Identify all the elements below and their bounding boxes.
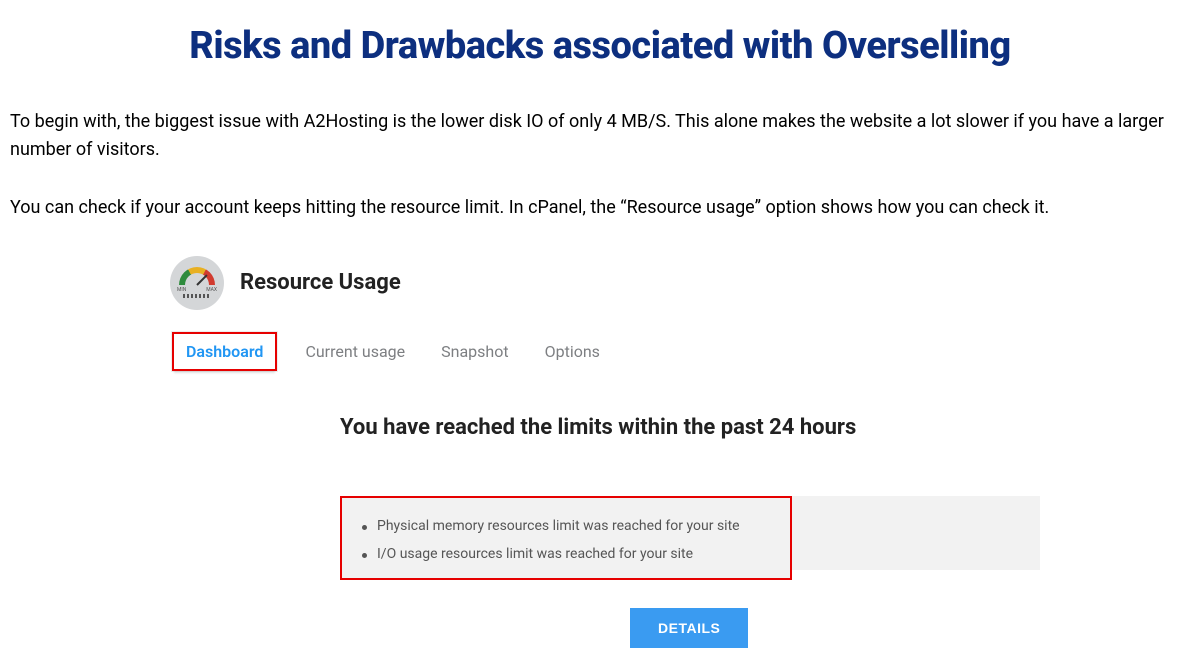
section-heading: Risks and Drawbacks associated with Over…	[10, 24, 1190, 68]
alert-block: You have reached the limits within the p…	[160, 415, 1040, 648]
tab-snapshot[interactable]: Snapshot	[433, 334, 516, 369]
gauge-max-label: MAX	[206, 287, 217, 293]
alert-item-text: Physical memory resources limit was reac…	[377, 518, 740, 534]
tab-options[interactable]: Options	[537, 334, 608, 369]
tab-current-usage[interactable]: Current usage	[297, 334, 413, 369]
alert-item-text: I/O usage resources limit was reached fo…	[377, 546, 693, 562]
bullet-icon	[362, 553, 367, 558]
details-button[interactable]: DETAILS	[630, 608, 748, 648]
alert-list-container: Physical memory resources limit was reac…	[340, 496, 1040, 580]
alert-item: Physical memory resources limit was reac…	[362, 512, 770, 540]
alert-heading: You have reached the limits within the p…	[340, 415, 1040, 440]
resource-usage-figure: MIN MAX Resource Usage Dashboard Current…	[160, 252, 1040, 648]
alert-item: I/O usage resources limit was reached fo…	[362, 540, 770, 568]
gauge-min-label: MIN	[177, 287, 186, 293]
intro-paragraph-2: You can check if your account keeps hitt…	[10, 194, 1190, 222]
figure-title: Resource Usage	[240, 270, 401, 295]
tab-dashboard[interactable]: Dashboard	[172, 332, 277, 371]
tabs-bar: Dashboard Current usage Snapshot Options	[164, 332, 1040, 371]
intro-paragraph-1: To begin with, the biggest issue with A2…	[10, 108, 1190, 164]
bullet-icon	[362, 525, 367, 530]
gauge-icon: MIN MAX	[170, 256, 224, 310]
figure-header: MIN MAX Resource Usage	[160, 256, 1040, 310]
alert-highlight-box: Physical memory resources limit was reac…	[340, 496, 792, 580]
